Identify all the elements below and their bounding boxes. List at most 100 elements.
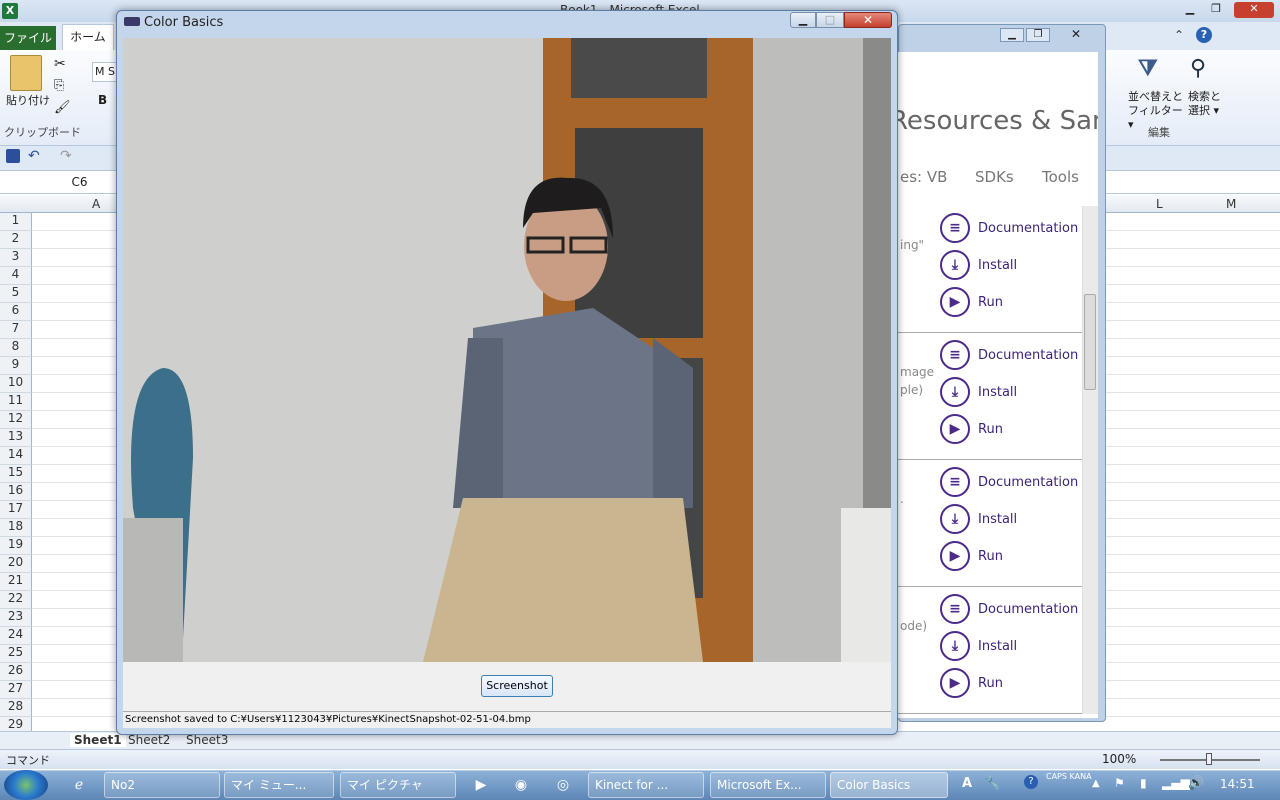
screenshot-button[interactable]: Screenshot <box>481 675 553 697</box>
sort-filter-icon[interactable]: ⧩ <box>1138 56 1168 86</box>
font-name-input[interactable]: M S <box>92 62 118 82</box>
kinect-restore-button[interactable]: ❐ <box>1026 28 1050 42</box>
media-player-icon[interactable]: ▶ <box>462 772 500 798</box>
taskbar-explorer-music[interactable]: マイ ミュー... <box>224 772 334 798</box>
clock[interactable]: 14:51 <box>1220 777 1255 791</box>
row-header[interactable]: 8 <box>0 339 32 357</box>
row-header[interactable]: 9 <box>0 357 32 375</box>
column-header-m[interactable]: M <box>1226 197 1236 211</box>
binoculars-icon[interactable]: ⚲ <box>1190 56 1220 86</box>
flag-icon[interactable]: ⚑ <box>1114 776 1125 790</box>
ime-indicator[interactable]: A <box>962 776 972 791</box>
row-header[interactable]: 6 <box>0 303 32 321</box>
row-header[interactable]: 4 <box>0 267 32 285</box>
documentation-link[interactable]: ≡ Documentation <box>940 593 1078 625</box>
document-icon[interactable]: ≡ <box>940 594 970 624</box>
row-header[interactable]: 16 <box>0 483 32 501</box>
install-label[interactable]: Install <box>978 512 1017 527</box>
close-button[interactable]: ✕ <box>844 12 892 28</box>
save-icon[interactable] <box>6 149 20 163</box>
run-label[interactable]: Run <box>978 676 1003 691</box>
row-header[interactable]: 7 <box>0 321 32 339</box>
excel-restore-button[interactable]: ❐ <box>1204 2 1228 18</box>
documentation-link[interactable]: ≡ Documentation <box>940 212 1078 244</box>
document-icon[interactable]: ≡ <box>940 340 970 370</box>
network-icon[interactable]: ▂▄▆ <box>1162 776 1190 790</box>
run-label[interactable]: Run <box>978 295 1003 310</box>
chrome-icon[interactable]: ◎ <box>544 772 582 798</box>
taskbar-excel[interactable]: Microsoft Ex... <box>710 772 826 798</box>
install-link[interactable]: ⤓ Install <box>940 630 1017 662</box>
install-link[interactable]: ⤓ Install <box>940 249 1017 281</box>
sheet-tab-2[interactable]: Sheet2 <box>128 733 170 747</box>
tools-icon[interactable]: 🔧 <box>984 776 1000 791</box>
document-icon[interactable]: ≡ <box>940 213 970 243</box>
help-icon[interactable]: ? <box>1196 27 1212 43</box>
paste-icon[interactable] <box>10 55 42 91</box>
row-header[interactable]: 23 <box>0 609 32 627</box>
kinect-close-button[interactable]: ✕ <box>1062 28 1090 42</box>
row-header[interactable]: 19 <box>0 537 32 555</box>
run-link[interactable]: ▶ Run <box>940 413 1003 445</box>
document-icon[interactable]: ≡ <box>940 467 970 497</box>
row-header[interactable]: 13 <box>0 429 32 447</box>
row-header[interactable]: 27 <box>0 681 32 699</box>
row-header[interactable]: 26 <box>0 663 32 681</box>
minimize-button[interactable]: ▁ <box>790 12 816 28</box>
sample-list-scroll-thumb[interactable] <box>1084 294 1096 390</box>
run-label[interactable]: Run <box>978 422 1003 437</box>
tab-file[interactable]: ファイル <box>0 26 56 50</box>
format-painter-icon[interactable]: 🖌 <box>54 100 71 115</box>
row-header[interactable]: 14 <box>0 447 32 465</box>
row-header[interactable]: 10 <box>0 375 32 393</box>
excel-close-button[interactable]: ✕ <box>1234 2 1274 18</box>
start-button[interactable] <box>4 770 48 800</box>
maximize-button[interactable]: □ <box>816 12 844 28</box>
documentation-label[interactable]: Documentation <box>978 348 1078 363</box>
download-icon[interactable]: ⤓ <box>940 631 970 661</box>
kinect-minimize-button[interactable]: ▁ <box>1000 28 1024 42</box>
row-header[interactable]: 15 <box>0 465 32 483</box>
row-header[interactable]: 3 <box>0 249 32 267</box>
taskbar-explorer-pictures[interactable]: マイ ピクチャ <box>340 772 456 798</box>
install-label[interactable]: Install <box>978 258 1017 273</box>
run-link[interactable]: ▶ Run <box>940 667 1003 699</box>
nav-tools[interactable]: Tools <box>1042 168 1079 186</box>
sheet-tab-1[interactable]: Sheet1 <box>70 733 126 747</box>
taskbar-kinect-browser[interactable]: Kinect for ... <box>588 772 704 798</box>
row-header[interactable]: 17 <box>0 501 32 519</box>
tray-expand-icon[interactable]: ▲ <box>1092 778 1100 789</box>
row-header[interactable]: 5 <box>0 285 32 303</box>
taskbar-color-basics[interactable]: Color Basics <box>830 772 948 798</box>
zoom-level[interactable]: 100% <box>1102 752 1136 766</box>
row-header[interactable]: 25 <box>0 645 32 663</box>
nav-languages[interactable]: es: VB <box>900 168 947 186</box>
column-header-a[interactable]: A <box>92 197 100 211</box>
install-label[interactable]: Install <box>978 385 1017 400</box>
column-header-l[interactable]: L <box>1156 197 1163 211</box>
row-header[interactable]: 21 <box>0 573 32 591</box>
row-header[interactable]: 2 <box>0 231 32 249</box>
row-header[interactable]: 18 <box>0 519 32 537</box>
firefox-icon[interactable]: ◉ <box>502 772 540 798</box>
install-link[interactable]: ⤓ Install <box>940 503 1017 535</box>
taskbar-explorer-no2[interactable]: No2 <box>104 772 220 798</box>
tab-home[interactable]: ホーム <box>62 24 114 50</box>
documentation-label[interactable]: Documentation <box>978 475 1078 490</box>
redo-icon[interactable]: ↷ <box>60 148 72 164</box>
find-select-button[interactable]: 検索と 選択 ▾ <box>1188 90 1228 118</box>
row-header[interactable]: 11 <box>0 393 32 411</box>
documentation-label[interactable]: Documentation <box>978 602 1078 617</box>
row-header[interactable]: 1 <box>0 213 32 231</box>
play-icon[interactable]: ▶ <box>940 668 970 698</box>
download-icon[interactable]: ⤓ <box>940 377 970 407</box>
paste-label[interactable]: 貼り付け <box>6 92 50 108</box>
ime-help-icon[interactable]: ? <box>1024 775 1038 789</box>
documentation-label[interactable]: Documentation <box>978 221 1078 236</box>
excel-minimize-button[interactable]: ▁ <box>1178 2 1202 18</box>
battery-icon[interactable]: ▮ <box>1140 776 1147 790</box>
zoom-slider-thumb[interactable] <box>1206 753 1212 765</box>
copy-icon[interactable]: ⎘ <box>54 78 64 93</box>
row-header[interactable]: 20 <box>0 555 32 573</box>
install-link[interactable]: ⤓ Install <box>940 376 1017 408</box>
